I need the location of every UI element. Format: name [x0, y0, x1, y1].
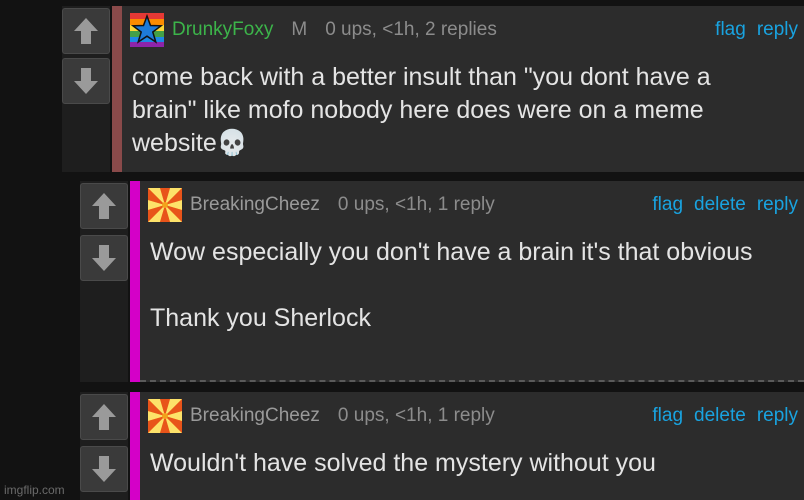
sunburst-icon[interactable] [148, 188, 182, 222]
comment-body: DrunkyFoxy M 0 ups, <1h, 2 replies flag … [112, 6, 804, 172]
upvote-arrow-icon [92, 404, 116, 430]
comment-meta: DrunkyFoxy M 0 ups, <1h, 2 replies flag … [130, 12, 798, 48]
downvote-button[interactable] [80, 446, 128, 492]
comment-body: BreakingCheez 0 ups, <1h, 1 reply flag d… [130, 392, 804, 500]
flag-link[interactable]: flag [715, 19, 746, 41]
username[interactable]: BreakingCheez [190, 405, 320, 427]
comment-meta: BreakingCheez 0 ups, <1h, 1 reply flag d… [148, 398, 798, 434]
sunburst-icon[interactable] [148, 399, 182, 433]
username[interactable]: DrunkyFoxy [172, 19, 273, 41]
downvote-arrow-icon [74, 68, 98, 94]
comment-actions: flag delete reply [652, 405, 798, 427]
vote-column [80, 181, 128, 382]
imgflip-watermark: imgflip.com [4, 483, 65, 497]
reply-link[interactable]: reply [757, 19, 798, 41]
comment-stats: 0 ups, <1h, 1 reply [337, 194, 495, 215]
upvote-arrow-icon [74, 18, 98, 44]
reply-link[interactable]: reply [757, 194, 798, 216]
downvote-button[interactable] [62, 58, 110, 104]
upvote-button[interactable] [80, 394, 128, 440]
comment-text: come back with a better insult than "you… [132, 63, 718, 157]
downvote-button[interactable] [80, 235, 128, 281]
comment-breakingcheez-1: BreakingCheez 0 ups, <1h, 1 reply flag d… [80, 181, 804, 382]
reply-link[interactable]: reply [757, 405, 798, 427]
comment-thread: DrunkyFoxy M 0 ups, <1h, 2 replies flag … [0, 0, 804, 500]
delete-link[interactable]: delete [694, 194, 746, 216]
comment-actions: flag reply [715, 19, 798, 41]
rainbow-star-icon[interactable] [130, 13, 164, 47]
comment-stats: 0 ups, <1h, 1 reply [337, 405, 495, 426]
upvote-arrow-icon [92, 193, 116, 219]
delete-link[interactable]: delete [694, 405, 746, 427]
mod-badge: M [291, 19, 308, 40]
comment-text: Wow especially you don't have a brain it… [150, 238, 753, 332]
comment-actions: flag delete reply [652, 194, 798, 216]
vote-column [62, 6, 110, 172]
vote-column [80, 392, 128, 500]
username[interactable]: BreakingCheez [190, 194, 320, 216]
comment-text: Wouldn't have solved the mystery without… [150, 449, 656, 477]
downvote-arrow-icon [92, 245, 116, 271]
comment-meta: BreakingCheez 0 ups, <1h, 1 reply flag d… [148, 187, 798, 223]
flag-link[interactable]: flag [652, 194, 683, 216]
comment-drunkyfoxy: DrunkyFoxy M 0 ups, <1h, 2 replies flag … [62, 6, 804, 172]
upvote-button[interactable] [62, 8, 110, 54]
flag-link[interactable]: flag [652, 405, 683, 427]
upvote-button[interactable] [80, 183, 128, 229]
comment-body: BreakingCheez 0 ups, <1h, 1 reply flag d… [130, 181, 804, 382]
comment-stats: 0 ups, <1h, 2 replies [325, 19, 497, 40]
downvote-arrow-icon [92, 456, 116, 482]
comment-breakingcheez-2: BreakingCheez 0 ups, <1h, 1 reply flag d… [80, 392, 804, 500]
divider [140, 380, 804, 382]
